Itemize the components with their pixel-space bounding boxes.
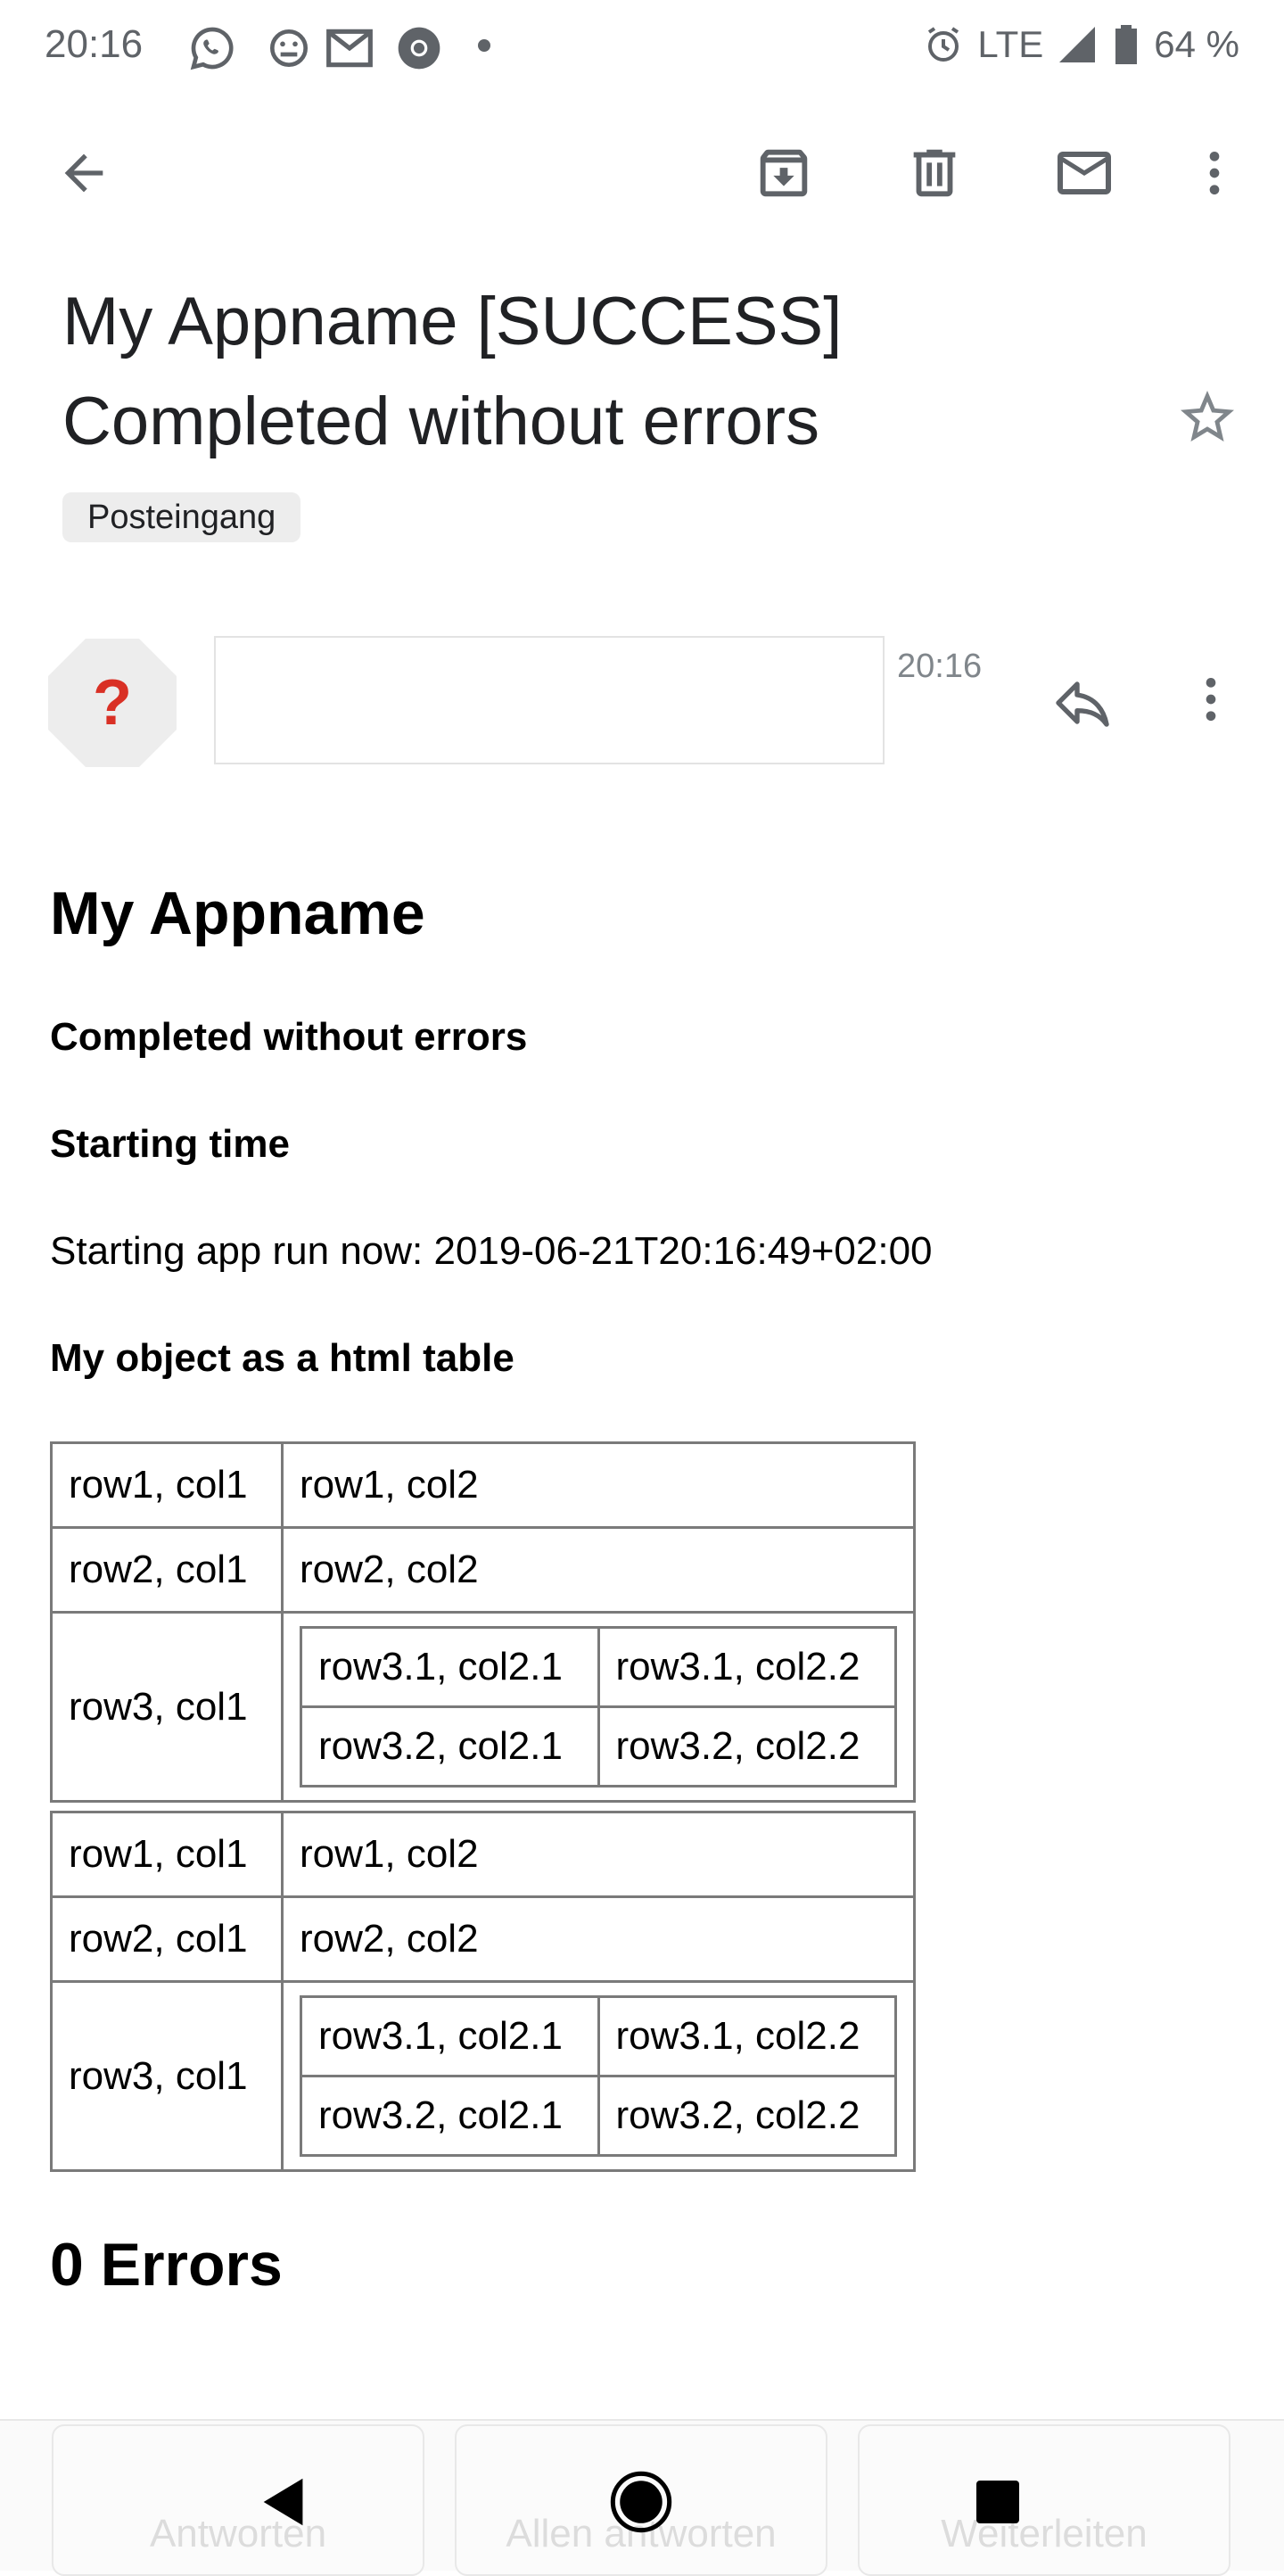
chrome-icon — [398, 27, 440, 70]
table-cell: row3, col1 — [50, 1980, 284, 2172]
table-cell: row3.1, col2.1 — [300, 1626, 600, 1708]
nested-table-cell: row3.1, col2.1 row3.1, col2.2 row3.2, co… — [281, 1611, 916, 1803]
sender-info[interactable] — [214, 636, 885, 764]
table-cell: row1, col2 — [281, 1811, 916, 1898]
whatsapp-icon — [190, 27, 234, 70]
nav-home-icon[interactable] — [601, 2462, 681, 2542]
archive-icon[interactable] — [752, 141, 816, 205]
table-cell: row3.2, col2.1 — [300, 1705, 600, 1788]
table-row: row3.1, col2.1 row3.1, col2.2 — [300, 1626, 897, 1708]
table-row: row3, col1 row3.1, col2.1 row3.1, col2.2… — [50, 1980, 916, 2172]
table-cell: row3.2, col2.1 — [300, 2075, 600, 2157]
nested-table-cell: row3.1, col2.1 row3.1, col2.2 row3.2, co… — [281, 1980, 916, 2172]
starting-text: Starting app run now: 2019-06-21T20:16:4… — [50, 1229, 933, 1273]
network-type: LTE — [977, 23, 1044, 65]
email-time: 20:16 — [897, 648, 983, 685]
table-row: row2, col1 row2, col2 — [50, 1895, 916, 1983]
star-icon[interactable] — [1175, 385, 1239, 450]
nav-recents-icon[interactable] — [958, 2462, 1038, 2542]
alarm-icon — [928, 27, 959, 62]
table-cell: row1, col1 — [50, 1441, 284, 1529]
forward-button[interactable]: Weiterleiten — [858, 2424, 1230, 2576]
battery-level: 64 % — [1154, 23, 1239, 65]
section-table: My object as a html table — [50, 1336, 514, 1380]
table-cell: row2, col1 — [50, 1895, 284, 1983]
dot-icon — [478, 39, 490, 52]
label-chip[interactable]: Posteingang — [62, 492, 301, 542]
table-row: row1, col1 row1, col2 — [50, 1811, 916, 1898]
signal-icon — [1059, 27, 1096, 62]
mark-unread-icon[interactable] — [1052, 141, 1116, 205]
body-heading: My Appname — [50, 879, 425, 947]
reply-icon[interactable] — [1050, 671, 1115, 735]
battery-icon — [1115, 25, 1138, 64]
table-cell: row3.2, col2.2 — [597, 2075, 897, 2157]
table-row: row2, col1 row2, col2 — [50, 1526, 916, 1614]
table-cell: row3.1, col2.1 — [300, 1995, 600, 2077]
body-status: Completed without errors — [50, 1015, 528, 1059]
reply-button[interactable]: Antworten — [52, 2424, 424, 2576]
table-cell: row3, col1 — [50, 1611, 284, 1803]
table-row: row3.2, col2.1 row3.2, col2.2 — [300, 1705, 897, 1788]
back-arrow-icon[interactable] — [52, 141, 116, 205]
table-cell: row3.1, col2.2 — [597, 1626, 897, 1708]
email-subject: My Appname [SUCCESS] Completed without e… — [62, 284, 843, 459]
table-row: row1, col1 row1, col2 — [50, 1441, 916, 1529]
errors-heading: 0 Errors — [50, 2231, 283, 2299]
html-table-2: row1, col1 row1, col2 row2, col1 row2, c… — [50, 1811, 916, 2172]
table-row: row3.1, col2.1 row3.1, col2.2 — [300, 1995, 897, 2077]
table-row: row3, col1 row3.1, col2.1 row3.1, col2.2… — [50, 1611, 916, 1803]
table-cell: row1, col1 — [50, 1811, 284, 1898]
table-cell: row3.2, col2.2 — [597, 1705, 897, 1788]
table-cell: row2, col1 — [50, 1526, 284, 1614]
message-more-icon[interactable] — [1182, 671, 1247, 735]
table-cell: row3.1, col2.2 — [597, 1995, 897, 2077]
nested-table: row3.1, col2.1 row3.1, col2.2 row3.2, co… — [300, 1995, 897, 2157]
status-time: 20:16 — [45, 22, 144, 66]
avatar-glyph: ? — [93, 667, 132, 739]
table-cell: row2, col2 — [281, 1895, 916, 1983]
table-cell: row1, col2 — [281, 1441, 916, 1529]
more-vert-icon[interactable] — [1182, 141, 1247, 205]
gmail-icon — [326, 29, 373, 68]
nested-table: row3.1, col2.1 row3.1, col2.2 row3.2, co… — [300, 1626, 897, 1788]
status-right: LTE 64 % — [922, 18, 1239, 71]
html-table-1: row1, col1 row1, col2 row2, col1 row2, c… — [50, 1441, 916, 1803]
table-row: row3.2, col2.1 row3.2, col2.2 — [300, 2075, 897, 2157]
nav-back-icon[interactable] — [244, 2462, 325, 2542]
app-icon — [270, 29, 308, 67]
delete-icon[interactable] — [902, 141, 967, 205]
table-cell: row2, col2 — [281, 1526, 916, 1614]
section-starting-time: Starting time — [50, 1122, 290, 1166]
avatar[interactable]: ? — [48, 639, 177, 767]
